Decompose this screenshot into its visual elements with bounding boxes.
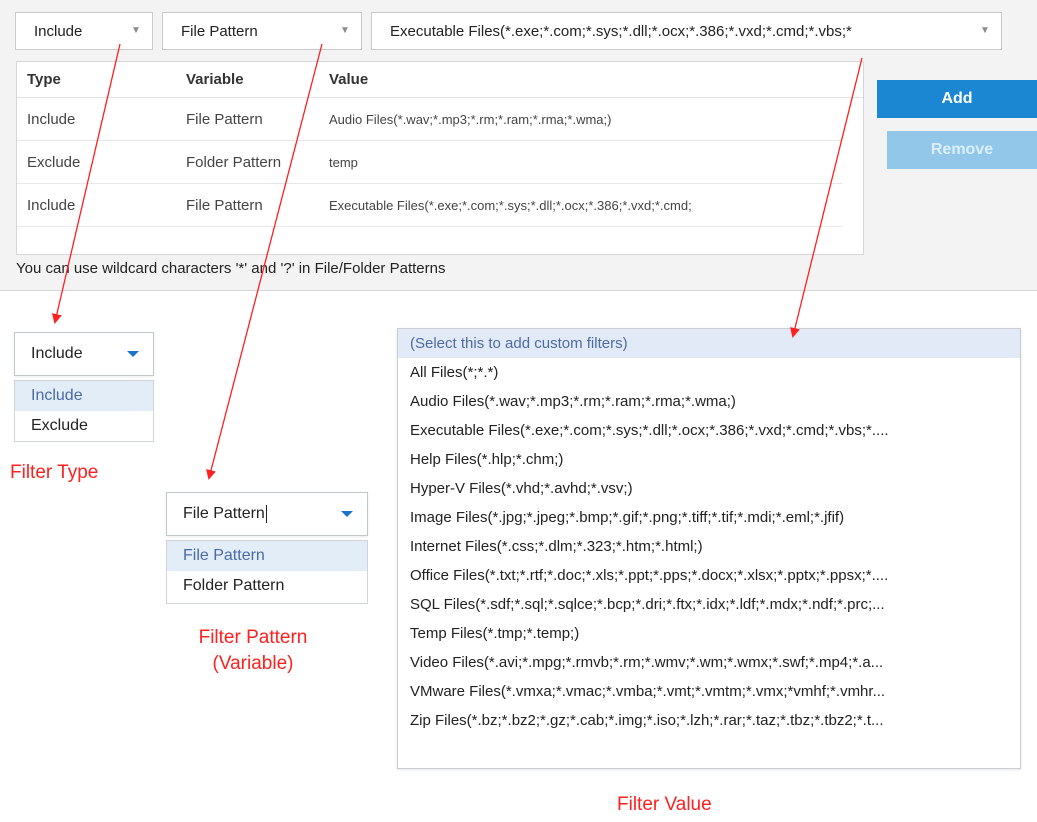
list-item[interactable]: Temp Files(*.tmp;*.temp;) xyxy=(398,619,1020,648)
column-header-type[interactable]: Type xyxy=(27,62,177,97)
filter-pattern-caption-line1: Filter Pattern xyxy=(198,627,308,648)
filter-pattern-selected: File Pattern xyxy=(183,505,265,522)
table-row[interactable]: Exclude Folder Pattern temp xyxy=(17,141,842,184)
row-type: Include xyxy=(27,196,76,214)
chevron-down-icon: ▼ xyxy=(340,25,350,36)
list-item[interactable]: Help Files(*.hlp;*.chm;) xyxy=(398,445,1020,474)
column-header-value[interactable]: Value xyxy=(329,62,839,97)
row-variable: File Pattern xyxy=(186,110,263,128)
filter-table: Type Variable Value Include File Pattern… xyxy=(16,61,864,255)
option-include[interactable]: Include xyxy=(15,381,153,411)
list-item[interactable]: Audio Files(*.wav;*.mp3;*.rm;*.ram;*.rma… xyxy=(398,387,1020,416)
filter-value-list: (Select this to add custom filters) All … xyxy=(397,328,1021,769)
filter-type-options: Include Exclude xyxy=(14,380,154,442)
remove-button[interactable]: Remove xyxy=(887,131,1037,169)
list-item[interactable]: Office Files(*.txt;*.rtf;*.doc;*.xls;*.p… xyxy=(398,561,1020,590)
row-value: Audio Files(*.wav;*.mp3;*.rm;*.ram;*.rma… xyxy=(329,111,612,127)
variable-combo[interactable]: File Pattern ▼ xyxy=(162,12,362,50)
list-item[interactable]: VMware Files(*.vmxa;*.vmac;*.vmba;*.vmt;… xyxy=(398,677,1020,706)
filter-pattern-options: File Pattern Folder Pattern xyxy=(166,540,368,604)
option-file-pattern[interactable]: File Pattern xyxy=(167,541,367,571)
list-item[interactable]: Internet Files(*.css;*.dlm;*.323;*.htm;*… xyxy=(398,532,1020,561)
table-row[interactable]: Include File Pattern Executable Files(*.… xyxy=(17,184,842,227)
list-item[interactable]: (Select this to add custom filters) xyxy=(398,329,1020,358)
dropdown-arrow-icon xyxy=(341,511,353,517)
column-header-variable[interactable]: Variable xyxy=(186,62,326,97)
row-variable: Folder Pattern xyxy=(186,153,282,171)
add-button[interactable]: Add xyxy=(877,80,1037,118)
dropdown-arrow-icon xyxy=(127,351,139,357)
option-folder-pattern[interactable]: Folder Pattern xyxy=(167,571,367,601)
list-item[interactable]: Image Files(*.jpg;*.jpeg;*.bmp;*.gif;*.p… xyxy=(398,503,1020,532)
list-item[interactable]: SQL Files(*.sdf;*.sql;*.sqlce;*.bcp;*.dr… xyxy=(398,590,1020,619)
filter-type-dropdown[interactable]: Include xyxy=(14,332,154,376)
row-value: temp xyxy=(329,154,358,170)
filter-type-selected: Include xyxy=(31,345,83,362)
list-item[interactable]: Hyper-V Files(*.vhd;*.avhd;*.vsv;) xyxy=(398,474,1020,503)
row-value: Executable Files(*.exe;*.com;*.sys;*.dll… xyxy=(329,197,692,213)
list-item[interactable]: Zip Files(*.bz;*.bz2;*.gz;*.cab;*.img;*.… xyxy=(398,706,1020,735)
chevron-down-icon: ▼ xyxy=(980,25,990,36)
type-combo-value: Include xyxy=(34,22,83,40)
row-variable: File Pattern xyxy=(186,196,263,214)
table-row[interactable]: Include File Pattern Audio Files(*.wav;*… xyxy=(17,98,842,141)
row-type: Exclude xyxy=(27,153,81,171)
chevron-down-icon: ▼ xyxy=(131,25,141,36)
value-combo[interactable]: Executable Files(*.exe;*.com;*.sys;*.dll… xyxy=(371,12,1002,50)
list-item[interactable]: Executable Files(*.exe;*.com;*.sys;*.dll… xyxy=(398,416,1020,445)
filter-value-caption: Filter Value xyxy=(617,794,712,815)
filter-pattern-dropdown[interactable]: File Pattern xyxy=(166,492,368,536)
list-item[interactable]: Video Files(*.avi;*.mpg;*.rmvb;*.rm;*.wm… xyxy=(398,648,1020,677)
filter-editor-panel: Include ▼ File Pattern ▼ Executable File… xyxy=(0,0,1037,291)
wildcard-hint: You can use wildcard characters '*' and … xyxy=(16,260,446,277)
filter-type-caption: Filter Type xyxy=(10,462,99,483)
variable-combo-value: File Pattern xyxy=(181,22,258,40)
type-combo[interactable]: Include ▼ xyxy=(15,12,153,50)
filter-pattern-caption-line2: (Variable) xyxy=(212,653,294,674)
row-type: Include xyxy=(27,110,76,128)
table-header: Type Variable Value xyxy=(17,62,863,98)
list-item[interactable]: All Files(*;*.*) xyxy=(398,358,1020,387)
text-caret xyxy=(265,505,267,523)
option-exclude[interactable]: Exclude xyxy=(15,411,153,441)
value-combo-value: Executable Files(*.exe;*.com;*.sys;*.dll… xyxy=(390,22,852,40)
filter-pattern-caption: Filter Pattern (Variable) xyxy=(168,625,338,677)
